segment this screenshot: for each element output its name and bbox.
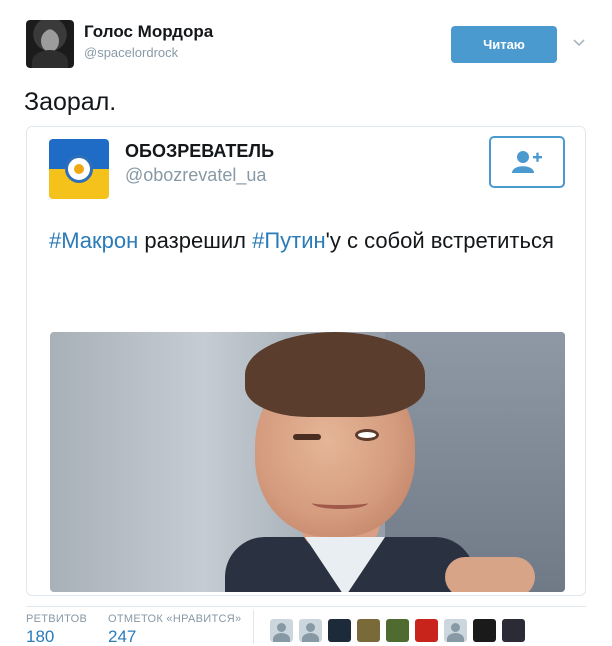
liker-avatar[interactable] bbox=[299, 619, 322, 642]
photo-eye-open bbox=[355, 429, 379, 441]
tweet-text: Заорал. bbox=[24, 88, 117, 116]
quoted-avatar[interactable] bbox=[49, 139, 109, 199]
quoted-tweet-card[interactable]: ОБОЗРЕВАТЕЛЬ @obozrevatel_ua #Макрон раз… bbox=[26, 126, 586, 596]
chevron-down-icon[interactable] bbox=[572, 36, 586, 50]
liker-avatar[interactable] bbox=[357, 619, 380, 642]
likes-label: ОТМЕТОК «НРАВИТСЯ» bbox=[108, 613, 242, 625]
globe-logo-icon bbox=[65, 155, 93, 183]
liker-avatar[interactable] bbox=[502, 619, 525, 642]
author-name[interactable]: Голос Мордора bbox=[84, 22, 213, 42]
photo-mouth bbox=[312, 497, 368, 509]
liker-avatar[interactable] bbox=[473, 619, 496, 642]
retweets-stat[interactable]: РЕТВИТОВ 180 bbox=[26, 613, 87, 646]
quoted-follow-button[interactable] bbox=[489, 136, 565, 188]
follow-button[interactable]: Читаю bbox=[451, 26, 557, 63]
retweets-count: 180 bbox=[26, 627, 55, 646]
stats-divider bbox=[26, 606, 586, 607]
avatar-shoulders bbox=[32, 50, 68, 68]
liker-avatar[interactable] bbox=[270, 619, 293, 642]
photo-hand bbox=[445, 557, 535, 592]
liker-avatar[interactable] bbox=[386, 619, 409, 642]
retweets-label: РЕТВИТОВ bbox=[26, 613, 88, 625]
likes-count: 247 bbox=[108, 627, 137, 646]
quoted-text-segment: разрешил bbox=[138, 228, 253, 253]
liker-avatar[interactable] bbox=[444, 619, 467, 642]
photo-eye-closed bbox=[293, 434, 321, 440]
likers-avatars bbox=[270, 619, 525, 642]
media-photo[interactable] bbox=[50, 332, 565, 592]
quoted-text-segment: 'у с собой встретиться bbox=[325, 228, 554, 253]
quoted-author-handle[interactable]: @obozrevatel_ua bbox=[125, 165, 266, 186]
photo-hair bbox=[245, 332, 425, 417]
quoted-author-name[interactable]: ОБОЗРЕВАТЕЛЬ bbox=[125, 141, 274, 162]
liker-avatar[interactable] bbox=[415, 619, 438, 642]
author-handle[interactable]: @spacelordrock bbox=[84, 45, 178, 60]
avatar-face bbox=[41, 30, 59, 52]
quoted-tweet-text: #Макрон разрешил #Путин'у с собой встрет… bbox=[49, 223, 569, 259]
author-avatar[interactable] bbox=[26, 20, 74, 68]
likes-stat[interactable]: ОТМЕТОК «НРАВИТСЯ» 247 bbox=[108, 613, 241, 646]
hashtag-link[interactable]: #Макрон bbox=[49, 228, 138, 253]
add-user-icon bbox=[512, 151, 542, 173]
stats-separator bbox=[253, 610, 254, 644]
hashtag-link[interactable]: #Путин bbox=[252, 228, 326, 253]
liker-avatar[interactable] bbox=[328, 619, 351, 642]
